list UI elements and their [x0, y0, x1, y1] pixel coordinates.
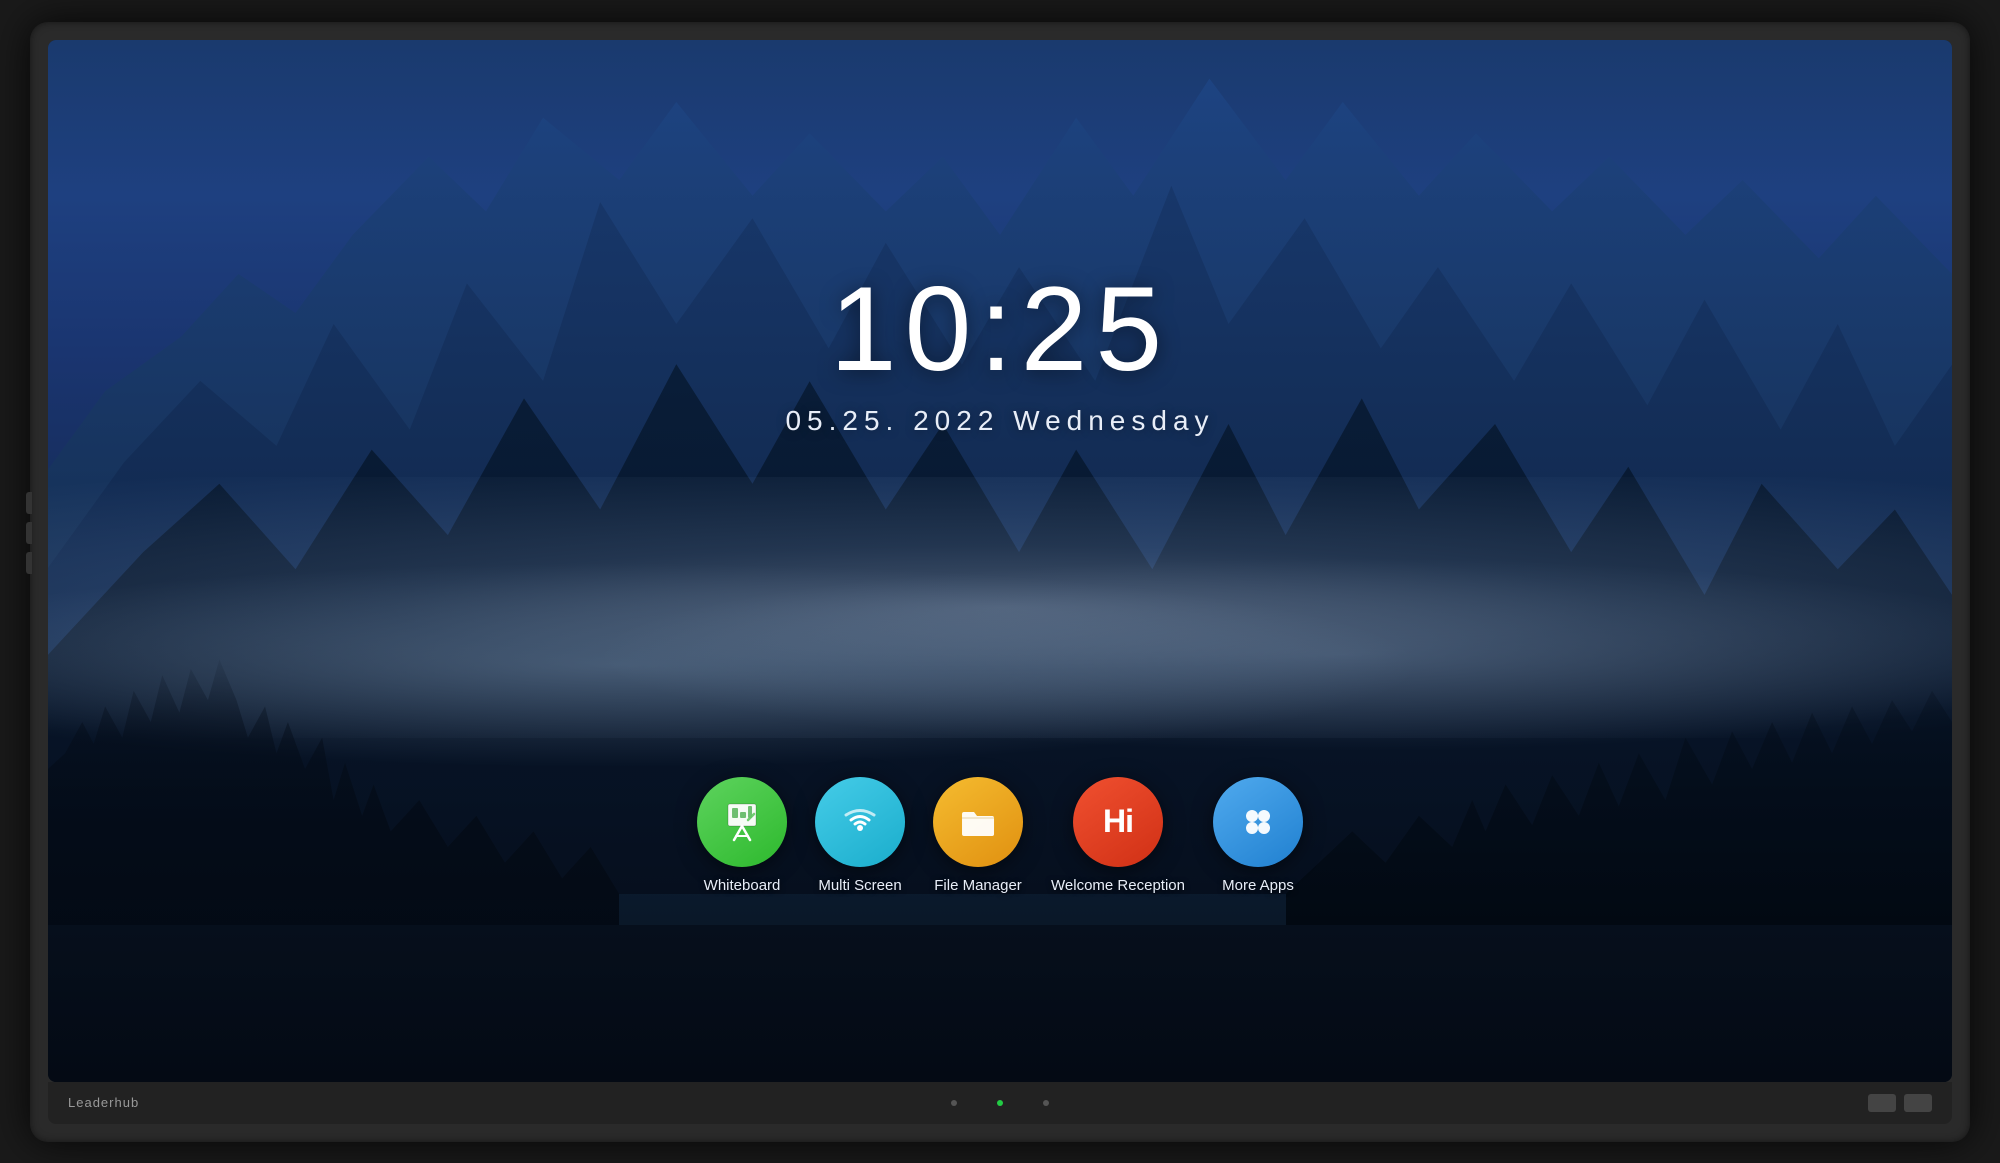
grid-svg: [1236, 800, 1280, 844]
bottom-right-controls: [1868, 1094, 1932, 1112]
app-more-apps[interactable]: More Apps: [1213, 777, 1303, 894]
folder-svg: [956, 800, 1000, 844]
screen: 10:25 05.25. 2022 Wednesday: [48, 40, 1952, 1082]
app-file-manager[interactable]: File Manager: [933, 777, 1023, 894]
app-multi-screen[interactable]: Multi Screen: [815, 777, 905, 894]
app-welcome-reception[interactable]: Hi Welcome Reception: [1051, 777, 1185, 894]
whiteboard-label: Whiteboard: [704, 877, 781, 894]
clock-container: 10:25 05.25. 2022 Wednesday: [785, 269, 1214, 437]
bottom-dot-power[interactable]: [997, 1100, 1003, 1106]
more-apps-icon-bg[interactable]: [1213, 777, 1303, 867]
welcome-reception-icon-bg[interactable]: Hi: [1073, 777, 1163, 867]
app-whiteboard[interactable]: Whiteboard: [697, 777, 787, 894]
hi-text: Hi: [1103, 803, 1133, 840]
side-button-3[interactable]: [26, 552, 32, 574]
apps-row: Whiteboard Multi Screen: [697, 777, 1303, 894]
file-manager-icon-bg[interactable]: [933, 777, 1023, 867]
brand-logo: Leaderhub: [68, 1095, 139, 1110]
mist-3: [429, 540, 1952, 769]
multiscreen-svg: [838, 800, 882, 844]
bottom-dot-1: [951, 1100, 957, 1106]
more-apps-label: More Apps: [1222, 877, 1294, 894]
whiteboard-icon-bg[interactable]: [697, 777, 787, 867]
bottom-btn-1[interactable]: [1868, 1094, 1896, 1112]
ground: [48, 925, 1952, 1081]
bottom-dots: [951, 1100, 1049, 1106]
clock-date: 05.25. 2022 Wednesday: [785, 405, 1214, 437]
bottom-btn-2[interactable]: [1904, 1094, 1932, 1112]
bottom-bar: Leaderhub: [48, 1082, 1952, 1124]
side-button-1[interactable]: [26, 492, 32, 514]
welcome-reception-label: Welcome Reception: [1051, 877, 1185, 894]
multi-screen-icon-bg[interactable]: [815, 777, 905, 867]
file-manager-label: File Manager: [934, 877, 1022, 894]
bottom-dot-3: [1043, 1100, 1049, 1106]
side-button-2[interactable]: [26, 522, 32, 544]
whiteboard-svg: [720, 800, 764, 844]
monitor: 10:25 05.25. 2022 Wednesday: [30, 22, 1970, 1142]
clock-time: 10:25: [785, 269, 1214, 389]
side-buttons: [26, 492, 32, 574]
multi-screen-label: Multi Screen: [818, 877, 901, 894]
